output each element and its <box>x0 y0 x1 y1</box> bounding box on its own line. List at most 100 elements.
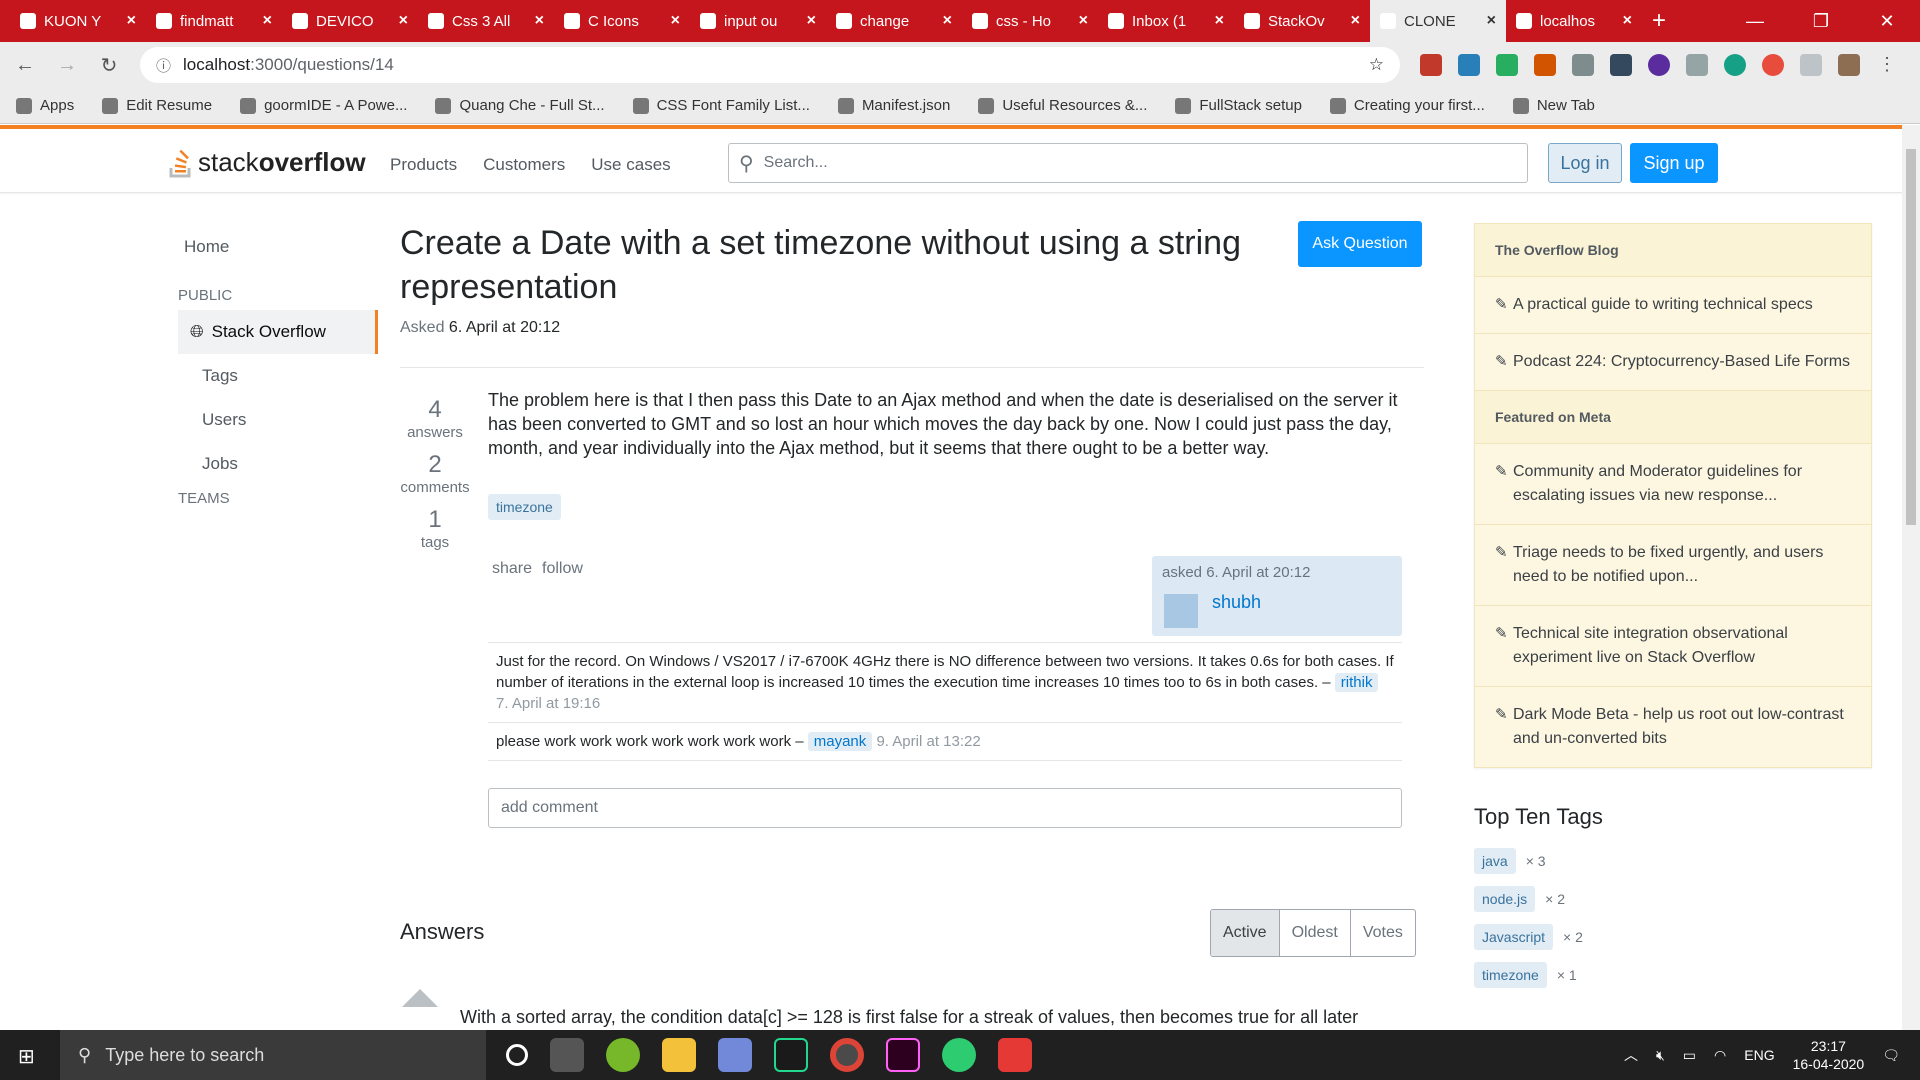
bookmark-item[interactable]: FullStack setup <box>1175 97 1302 114</box>
tab-close-icon[interactable]: × <box>399 12 408 30</box>
browser-tab[interactable]: Inbox (1 × <box>1098 0 1234 42</box>
bookmark-item[interactable]: Manifest.json <box>837 97 950 114</box>
globe-app-icon[interactable] <box>942 1038 976 1072</box>
tag-nodejs[interactable]: node.js <box>1474 886 1536 912</box>
browser-tab[interactable]: StackOv × <box>1234 0 1370 42</box>
task-view-icon[interactable] <box>550 1038 584 1072</box>
owner-name[interactable]: shubh <box>1212 592 1261 613</box>
tab-close-icon[interactable]: × <box>1215 12 1224 30</box>
filter-active[interactable]: Active <box>1211 910 1279 956</box>
cortana-icon[interactable] <box>506 1044 528 1066</box>
back-icon[interactable]: ← <box>14 54 36 77</box>
extension-icon[interactable] <box>1724 54 1746 76</box>
tab-close-icon[interactable]: × <box>1351 12 1360 30</box>
new-tab-button[interactable]: + <box>1642 0 1682 42</box>
tag-timezone[interactable]: timezone <box>1474 962 1547 988</box>
chrome-icon[interactable] <box>830 1038 864 1072</box>
extension-icon[interactable] <box>1458 54 1480 76</box>
webstorm-icon[interactable] <box>774 1038 808 1072</box>
avatar[interactable] <box>1164 594 1198 628</box>
url-bar[interactable]: ⓘ localhost:3000/questions/14 ☆ <box>140 47 1400 83</box>
meta-item[interactable]: ✎ Dark Mode Beta - help us root out low-c… <box>1475 687 1871 767</box>
sidebar-item-tags[interactable]: Tags <box>178 354 378 398</box>
browser-tab[interactable]: css - Ho × <box>962 0 1098 42</box>
bookmark-item[interactable]: Edit Resume <box>102 97 212 114</box>
browser-tab[interactable]: KUON Y × <box>10 0 146 42</box>
browser-tab[interactable]: DEVICO × <box>282 0 418 42</box>
volume-muted-icon[interactable]: 🔇︎ <box>1656 1047 1665 1064</box>
minimize-icon[interactable]: — <box>1722 0 1788 42</box>
clock[interactable]: 23:17 16-04-2020 <box>1793 1037 1865 1073</box>
bookmark-item[interactable]: Quang Che - Full St... <box>435 97 605 114</box>
tab-close-icon[interactable]: × <box>127 12 136 30</box>
extension-icon[interactable] <box>1572 54 1594 76</box>
tab-close-icon[interactable]: × <box>263 12 272 30</box>
scrollbar-thumb[interactable] <box>1906 149 1916 525</box>
bookmark-item[interactable]: Apps <box>16 97 74 114</box>
nav-products[interactable]: Products <box>390 155 457 175</box>
wifi-icon[interactable]: ◠ <box>1714 1047 1726 1064</box>
meta-item[interactable]: ✎ Community and Moderator guidelines for … <box>1475 444 1871 525</box>
blog-item[interactable]: ✎ A practical guide to writing technical … <box>1475 277 1871 334</box>
browser-tab[interactable]: CLONE × <box>1370 0 1506 42</box>
taskbar-search[interactable]: ⚲ Type here to search <box>60 1030 486 1080</box>
file-explorer-icon[interactable] <box>662 1038 696 1072</box>
tag-java[interactable]: java <box>1474 848 1516 874</box>
browser-tab[interactable]: change × <box>826 0 962 42</box>
discord-icon[interactable] <box>718 1038 752 1072</box>
bookmark-item[interactable]: Useful Resources &... <box>978 97 1147 114</box>
maximize-icon[interactable]: ❐ <box>1788 0 1854 42</box>
bookmark-item[interactable]: Creating your first... <box>1329 97 1485 114</box>
question-tag[interactable]: timezone <box>488 494 561 520</box>
extension-icon[interactable] <box>1534 54 1556 76</box>
search-input[interactable]: ⚲ Search... <box>728 143 1528 183</box>
extension-icon[interactable] <box>1648 54 1670 76</box>
tab-close-icon[interactable]: × <box>1079 12 1088 30</box>
app-icon[interactable] <box>998 1038 1032 1072</box>
tab-close-icon[interactable]: × <box>943 12 952 30</box>
bookmark-item[interactable]: New Tab <box>1512 97 1595 114</box>
browser-tab[interactable]: findmatt × <box>146 0 282 42</box>
page-scrollbar[interactable] <box>1902 125 1920 1030</box>
sidebar-item-stack-overflow[interactable]: 🌐︎ Stack Overflow <box>178 310 378 354</box>
browser-tab[interactable]: localhos × <box>1506 0 1642 42</box>
language-indicator[interactable]: ENG <box>1744 1047 1774 1063</box>
menu-dots-icon[interactable]: ⋮ <box>1876 54 1898 76</box>
browser-tab[interactable]: Css 3 All × <box>418 0 554 42</box>
tab-close-icon[interactable]: × <box>807 12 816 30</box>
notifications-icon[interactable]: 🗨︎ <box>1882 1047 1900 1064</box>
add-comment-input[interactable]: add comment <box>488 788 1402 828</box>
nav-use-cases[interactable]: Use cases <box>591 155 670 175</box>
extension-icon[interactable] <box>1686 54 1708 76</box>
close-window-icon[interactable]: ✕ <box>1854 0 1920 42</box>
comment-user[interactable]: mayank <box>807 732 873 751</box>
extension-icon[interactable] <box>1496 54 1518 76</box>
comment-user[interactable]: rithik <box>1334 673 1379 692</box>
tab-close-icon[interactable]: × <box>535 12 544 30</box>
filter-oldest[interactable]: Oldest <box>1278 910 1350 956</box>
ask-question-button[interactable]: Ask Question <box>1298 221 1422 267</box>
login-button[interactable]: Log in <box>1548 143 1622 183</box>
extension-icon[interactable] <box>1610 54 1632 76</box>
sidebar-item-users[interactable]: Users <box>178 398 378 442</box>
site-logo[interactable]: stackoverflow <box>168 147 366 178</box>
utorrent-icon[interactable] <box>606 1038 640 1072</box>
windows-start-icon[interactable]: ⊞ <box>18 1044 35 1069</box>
meta-item[interactable]: ✎ Technical site integration observationa… <box>1475 606 1871 687</box>
nav-customers[interactable]: Customers <box>483 155 565 175</box>
upvote-icon[interactable] <box>402 989 438 1007</box>
profile-avatar[interactable] <box>1838 54 1860 76</box>
filter-votes[interactable]: Votes <box>1349 910 1415 956</box>
sidebar-item-jobs[interactable]: Jobs <box>178 442 378 486</box>
tab-close-icon[interactable]: × <box>1487 12 1496 30</box>
tab-close-icon[interactable]: × <box>671 12 680 30</box>
signup-button[interactable]: Sign up <box>1630 143 1718 183</box>
sidebar-item-home[interactable]: Home <box>178 225 378 269</box>
bookmark-star-icon[interactable]: ☆ <box>1369 55 1384 75</box>
tab-close-icon[interactable]: × <box>1623 12 1632 30</box>
extension-icon[interactable] <box>1800 54 1822 76</box>
follow-link[interactable]: follow <box>542 560 583 578</box>
battery-icon[interactable]: ▭ <box>1683 1047 1696 1064</box>
forward-icon[interactable]: → <box>56 54 78 77</box>
browser-tab[interactable]: input ou × <box>690 0 826 42</box>
